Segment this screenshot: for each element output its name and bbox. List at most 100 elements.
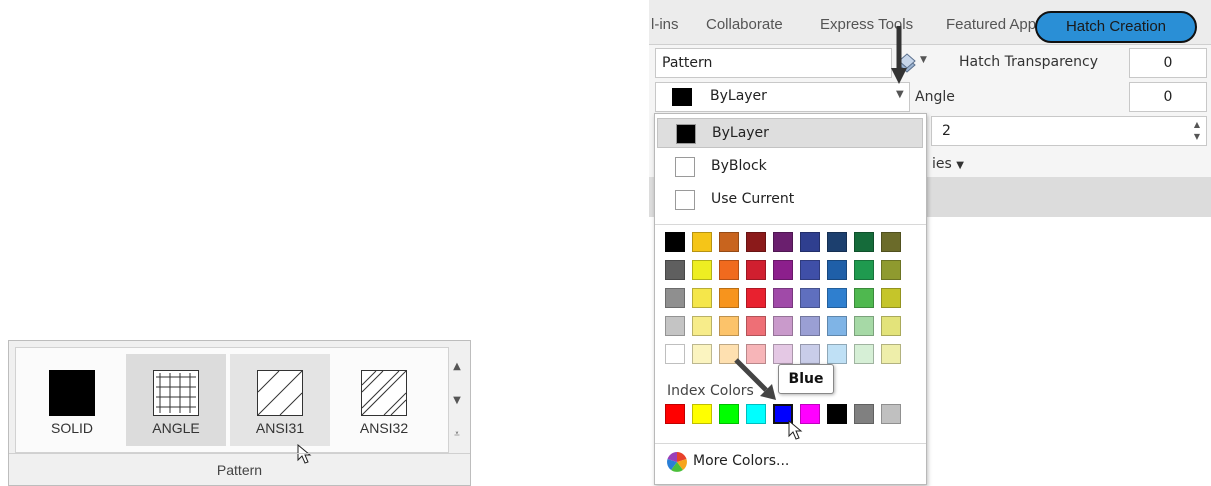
index-color-swatch[interactable] bbox=[692, 404, 712, 424]
tab-hatch-creation[interactable]: Hatch Creation bbox=[1035, 11, 1197, 43]
color-swatch[interactable] bbox=[827, 288, 847, 308]
color-swatch[interactable] bbox=[719, 232, 739, 252]
pattern-gallery-panel: SOLID ANGLE ANSI31 ANSI32 ▲ ▼ ⩡ Pattern bbox=[8, 340, 471, 486]
color-swatch[interactable] bbox=[746, 288, 766, 308]
color-option-label: Use Current bbox=[711, 191, 795, 207]
spinner-icon[interactable]: ▲ ▼ bbox=[1194, 119, 1200, 143]
color-swatch[interactable] bbox=[692, 344, 712, 364]
color-swatch[interactable] bbox=[800, 260, 820, 280]
color-swatch[interactable] bbox=[719, 288, 739, 308]
tab-add-ins[interactable]: l-ins bbox=[651, 16, 679, 33]
color-swatch[interactable] bbox=[665, 344, 685, 364]
color-swatch[interactable] bbox=[881, 260, 901, 280]
annotation-arrow-icon bbox=[891, 26, 907, 84]
pattern-ansi32[interactable]: ANSI32 bbox=[334, 354, 434, 446]
color-option-use-current[interactable]: Use Current bbox=[657, 185, 923, 215]
pattern-solid[interactable]: SOLID bbox=[22, 354, 122, 446]
color-swatch[interactable] bbox=[665, 232, 685, 252]
gallery-scroll-down-button[interactable]: ▼ bbox=[449, 385, 465, 417]
angle-input[interactable]: 0 bbox=[1129, 82, 1207, 112]
color-swatch[interactable] bbox=[665, 260, 685, 280]
chevron-down-icon[interactable]: ▼ bbox=[920, 55, 927, 65]
pattern-gallery: SOLID ANGLE ANSI31 ANSI32 bbox=[15, 347, 449, 464]
index-color-swatch[interactable] bbox=[746, 404, 766, 424]
gallery-expand-button[interactable]: ⩡ bbox=[449, 419, 465, 451]
color-swatch[interactable] bbox=[854, 232, 874, 252]
color-swatch[interactable] bbox=[800, 288, 820, 308]
index-color-swatch[interactable] bbox=[665, 404, 685, 424]
divider bbox=[655, 443, 926, 444]
ansi31-pattern-icon bbox=[257, 370, 303, 416]
color-swatch[interactable] bbox=[719, 260, 739, 280]
properties-label-text: ies bbox=[932, 156, 952, 172]
index-color-swatch[interactable] bbox=[827, 404, 847, 424]
color-grid bbox=[665, 232, 915, 372]
color-swatch[interactable] bbox=[746, 316, 766, 336]
index-color-swatch[interactable] bbox=[854, 404, 874, 424]
hatch-transparency-label: Hatch Transparency bbox=[959, 54, 1098, 70]
angle-pattern-icon bbox=[153, 370, 199, 416]
color-swatch[interactable] bbox=[692, 288, 712, 308]
tab-collaborate[interactable]: Collaborate bbox=[706, 16, 783, 33]
color-swatch[interactable] bbox=[665, 288, 685, 308]
color-swatch[interactable] bbox=[773, 260, 793, 280]
color-swatch[interactable] bbox=[827, 232, 847, 252]
properties-label[interactable]: ies ▼ bbox=[932, 156, 964, 172]
color-swatch[interactable] bbox=[827, 344, 847, 364]
color-swatch[interactable] bbox=[692, 232, 712, 252]
color-option-bylayer[interactable]: ByLayer bbox=[657, 118, 923, 148]
hatch-color-field[interactable]: ByLayer ▼ bbox=[655, 82, 910, 112]
pattern-ansi31[interactable]: ANSI31 bbox=[230, 354, 330, 446]
color-option-byblock[interactable]: ByBlock bbox=[657, 152, 923, 182]
chevron-down-icon: ▼ bbox=[956, 160, 964, 171]
color-swatch[interactable] bbox=[773, 316, 793, 336]
color-swatch[interactable] bbox=[692, 260, 712, 280]
color-swatch[interactable] bbox=[692, 316, 712, 336]
color-swatch[interactable] bbox=[827, 260, 847, 280]
gallery-scroll-up-button[interactable]: ▲ bbox=[449, 351, 465, 383]
color-swatch bbox=[675, 190, 695, 210]
color-option-label: ByLayer bbox=[712, 125, 769, 141]
pattern-angle[interactable]: ANGLE bbox=[126, 354, 226, 446]
color-swatch[interactable] bbox=[800, 232, 820, 252]
color-swatch[interactable] bbox=[665, 316, 685, 336]
color-swatch[interactable] bbox=[881, 316, 901, 336]
color-swatch[interactable] bbox=[881, 232, 901, 252]
color-swatch[interactable] bbox=[719, 316, 739, 336]
color-tooltip: Blue bbox=[778, 364, 834, 394]
index-color-swatch[interactable] bbox=[881, 404, 901, 424]
pattern-solid-label: SOLID bbox=[50, 420, 93, 436]
tab-featured-apps[interactable]: Featured Apps bbox=[946, 16, 1044, 33]
chevron-down-icon: ▼ bbox=[896, 89, 904, 100]
color-swatch bbox=[675, 157, 695, 177]
hatch-transparency-input[interactable]: 0 bbox=[1129, 48, 1207, 78]
hatch-type-field[interactable]: Pattern bbox=[655, 48, 892, 78]
color-swatch[interactable] bbox=[854, 260, 874, 280]
pattern-ansi31-label: ANSI31 bbox=[255, 420, 305, 436]
color-swatch[interactable] bbox=[773, 288, 793, 308]
color-swatch[interactable] bbox=[881, 288, 901, 308]
color-swatch[interactable] bbox=[854, 316, 874, 336]
pattern-ansi32-label: ANSI32 bbox=[359, 420, 409, 436]
pattern-angle-label: ANGLE bbox=[152, 420, 200, 436]
hatch-color-value: ByLayer bbox=[710, 88, 767, 104]
color-swatch[interactable] bbox=[854, 288, 874, 308]
color-swatch[interactable] bbox=[746, 260, 766, 280]
solid-swatch-icon bbox=[49, 370, 95, 416]
color-swatch[interactable] bbox=[881, 344, 901, 364]
more-colors-button[interactable]: More Colors... bbox=[665, 449, 915, 475]
color-wheel-icon bbox=[667, 452, 687, 472]
hatch-scale-value: 2 bbox=[942, 123, 951, 139]
index-color-swatch[interactable] bbox=[719, 404, 739, 424]
hatch-scale-input[interactable]: 2 ▲ ▼ bbox=[931, 116, 1207, 146]
color-option-label: ByBlock bbox=[711, 158, 767, 174]
color-swatch[interactable] bbox=[827, 316, 847, 336]
ansi32-pattern-icon bbox=[361, 370, 407, 416]
angle-label: Angle bbox=[915, 89, 955, 105]
color-swatch[interactable] bbox=[800, 316, 820, 336]
color-swatch[interactable] bbox=[773, 232, 793, 252]
color-swatch[interactable] bbox=[800, 344, 820, 364]
annotation-arrow-icon bbox=[734, 358, 776, 400]
color-swatch[interactable] bbox=[854, 344, 874, 364]
color-swatch[interactable] bbox=[746, 232, 766, 252]
